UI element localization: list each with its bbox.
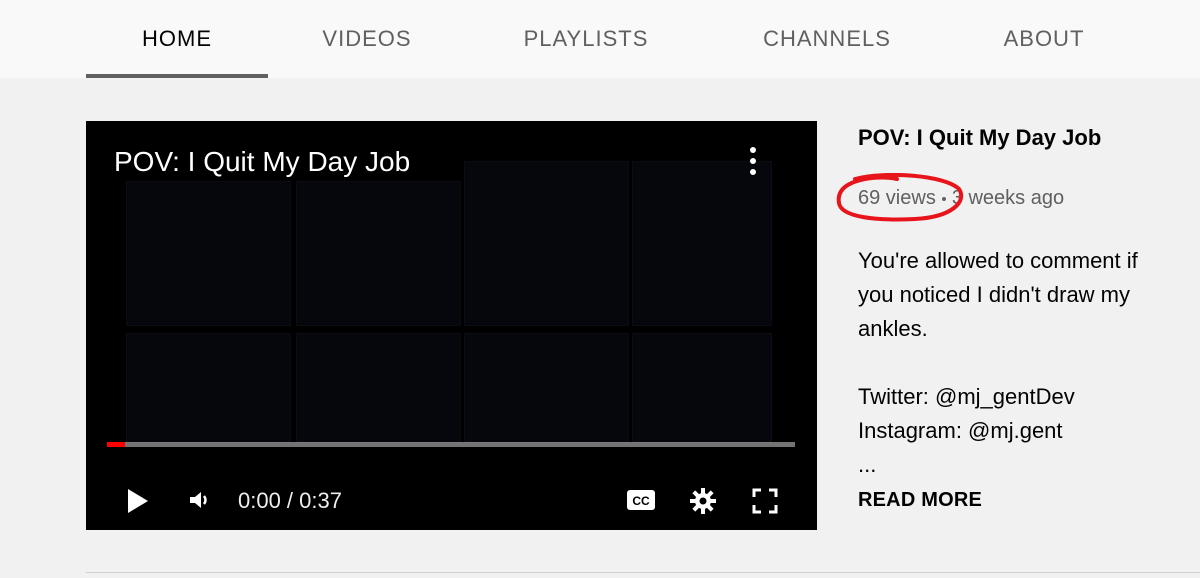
- tab-playlists-label: PLAYLISTS: [523, 26, 649, 51]
- video-frame-panel: [296, 333, 461, 443]
- progress-played: [107, 442, 125, 447]
- tab-about-label: ABOUT: [1003, 26, 1085, 51]
- description-line: ...: [858, 452, 877, 477]
- read-more-button[interactable]: READ MORE: [858, 489, 982, 512]
- section-divider: [86, 572, 1200, 573]
- view-count: 69 views: [858, 187, 936, 209]
- more-vert-icon[interactable]: [740, 143, 766, 179]
- fullscreen-icon[interactable]: [752, 488, 778, 514]
- description-line: Twitter: @mj_gentDev: [858, 384, 1075, 409]
- video-frame-panel: [464, 161, 629, 326]
- video-frame-panel: [296, 181, 461, 326]
- video-title-link[interactable]: POV: I Quit My Day Job: [858, 125, 1101, 151]
- description-line: you noticed I didn't draw my: [858, 282, 1131, 307]
- tab-home-label: HOME: [142, 26, 212, 51]
- description-line: ankles.: [858, 316, 928, 341]
- tab-home[interactable]: HOME: [86, 0, 268, 78]
- player-title[interactable]: POV: I Quit My Day Job: [114, 146, 410, 178]
- tab-about[interactable]: ABOUT: [976, 0, 1112, 78]
- active-tab-indicator: [86, 74, 268, 78]
- meta-separator-dot: [941, 196, 946, 201]
- video-frame-panel: [632, 161, 772, 326]
- volume-icon[interactable]: [187, 488, 211, 512]
- tab-videos-label: VIDEOS: [322, 26, 412, 51]
- play-icon[interactable]: [126, 487, 150, 515]
- description-line: You're allowed to comment if: [858, 248, 1138, 273]
- upload-age: 3 weeks ago: [951, 187, 1065, 209]
- time-display: 0:00 / 0:37: [238, 488, 342, 513]
- video-frame-panel: [632, 333, 772, 443]
- description-line: Instagram: @mj.gent: [858, 418, 1063, 443]
- channel-tab-bar: HOME VIDEOS PLAYLISTS CHANNELS ABOUT: [0, 0, 1200, 78]
- video-player[interactable]: POV: I Quit My Day Job 0:00 / 0:37 CC: [86, 121, 817, 530]
- captions-icon[interactable]: CC: [626, 488, 656, 512]
- video-metadata: 69 views 3 weeks ago: [858, 187, 1064, 210]
- video-frame-panel: [126, 181, 291, 326]
- video-frame-panel: [126, 333, 291, 443]
- progress-bar[interactable]: [107, 442, 795, 447]
- settings-icon[interactable]: [689, 487, 717, 515]
- tab-videos[interactable]: VIDEOS: [278, 0, 456, 78]
- tab-channels[interactable]: CHANNELS: [736, 0, 918, 78]
- video-frame-panel: [464, 333, 629, 443]
- tab-channels-label: CHANNELS: [763, 26, 891, 51]
- description-line: [858, 346, 1188, 380]
- video-description: You're allowed to comment if you noticed…: [858, 244, 1188, 482]
- svg-text:CC: CC: [632, 494, 650, 508]
- tab-playlists[interactable]: PLAYLISTS: [496, 0, 676, 78]
